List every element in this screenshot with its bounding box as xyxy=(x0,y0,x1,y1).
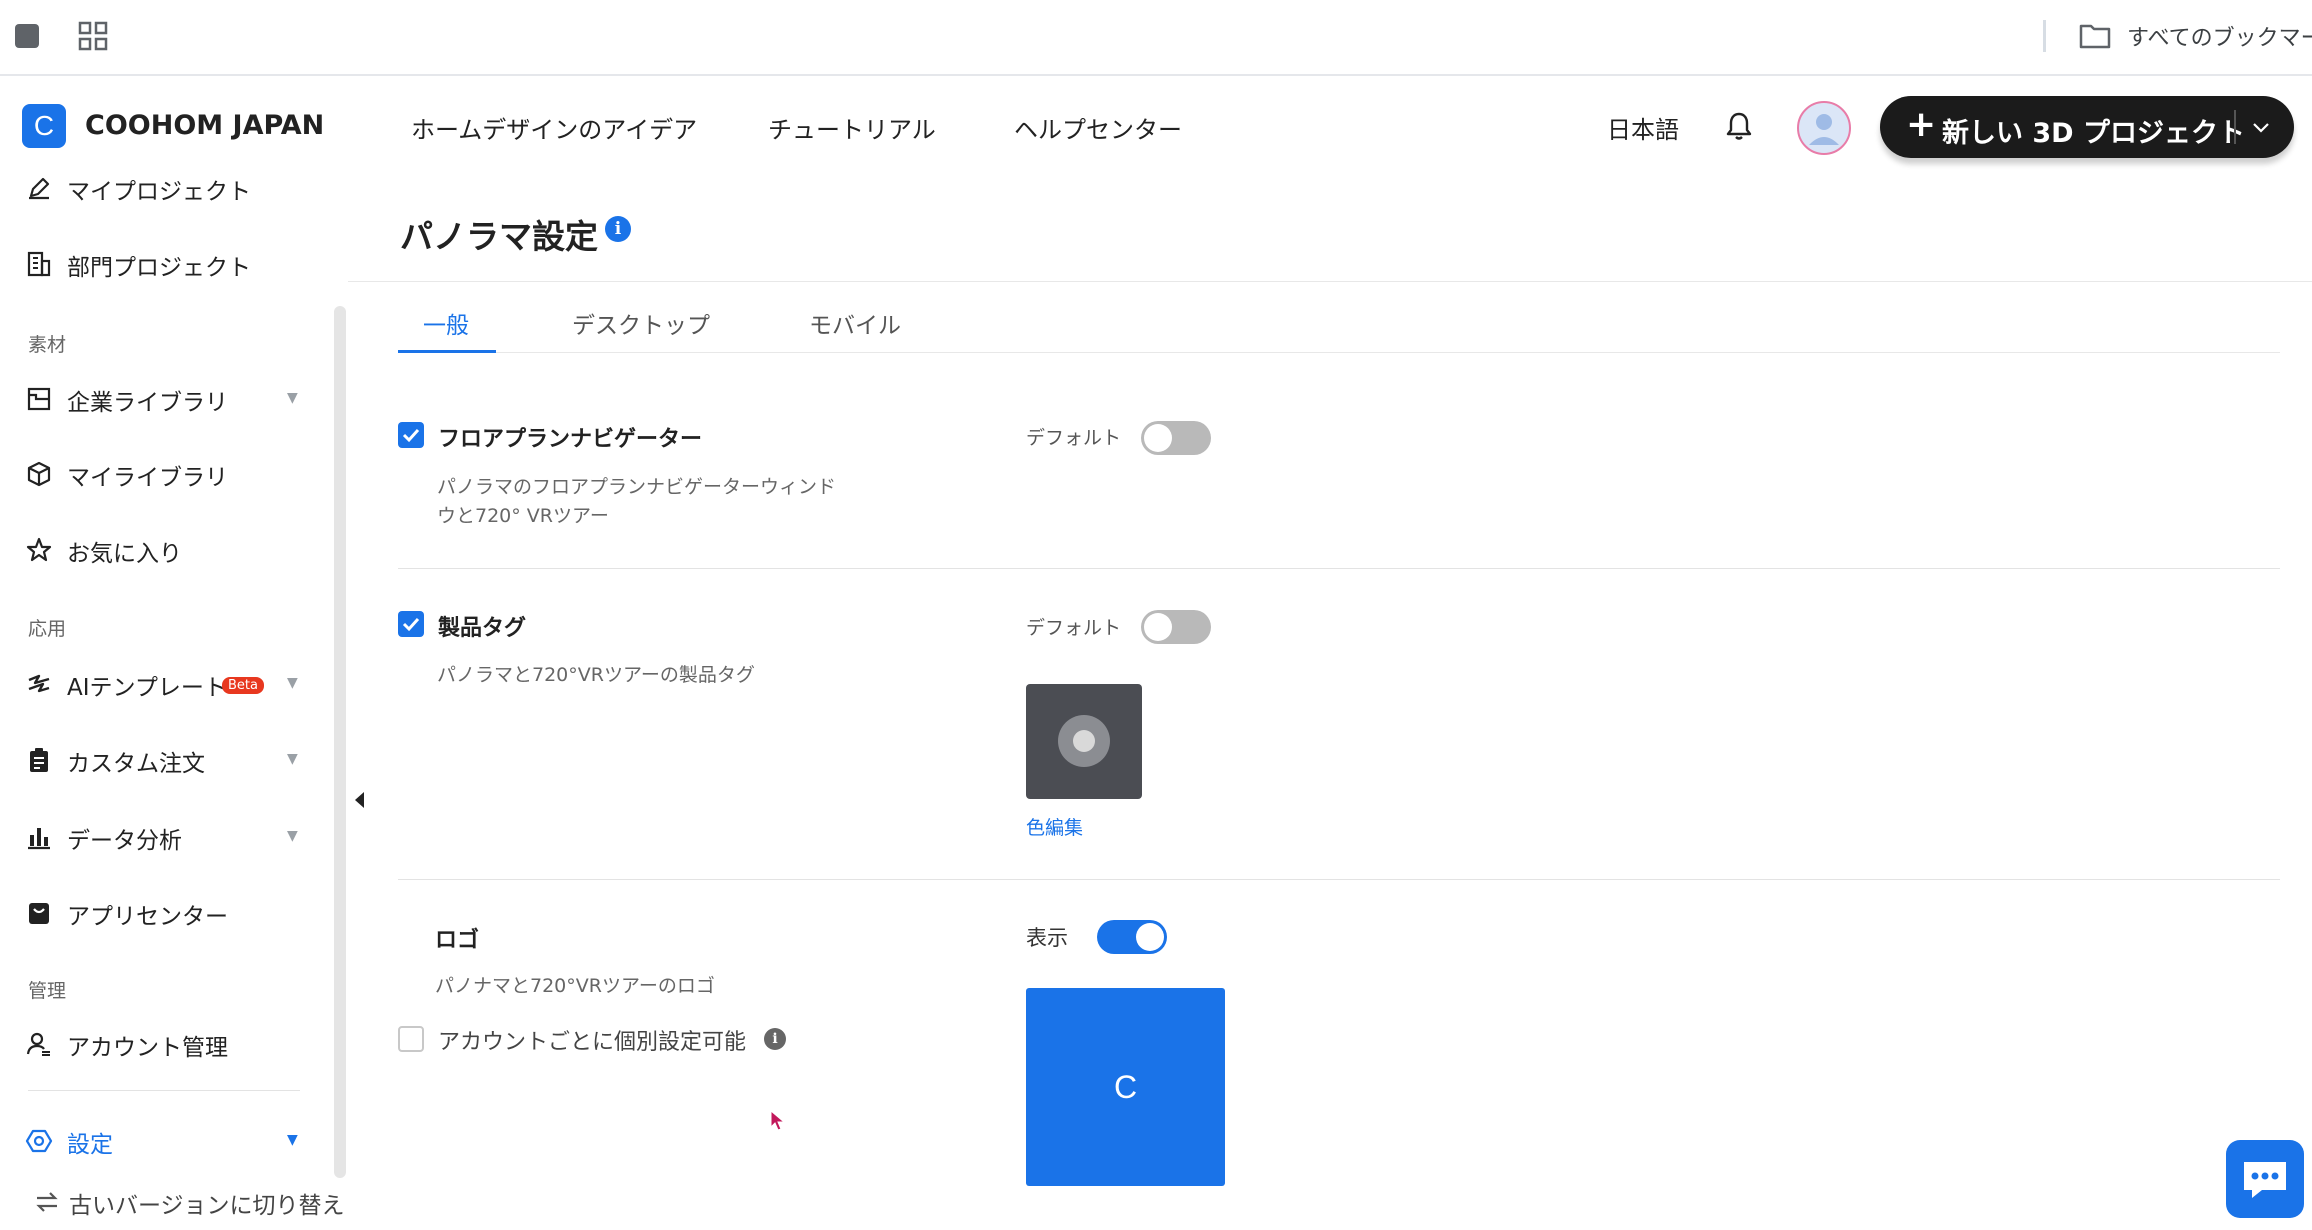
mouse-cursor-icon xyxy=(770,1110,786,1131)
library-icon xyxy=(27,387,51,411)
sidebar-item-label: マイプロジェクト xyxy=(67,179,251,205)
floorplan-navigator-desc-1: パノラマのフロアプランナビゲーターウィンド xyxy=(437,476,837,498)
sidebar-item-label: マイライブラリ xyxy=(67,465,228,491)
apps-grid-icon[interactable] xyxy=(78,21,108,51)
nav-home-design-ideas[interactable]: ホームデザインのアイデア xyxy=(411,110,697,145)
new-project-label: 新しい 3D プロジェクト xyxy=(1942,118,2245,149)
logo-preview[interactable]: C xyxy=(1026,988,1225,1186)
browser-bookmark-bar xyxy=(0,0,2312,76)
brand-name[interactable]: COOHOM JAPAN xyxy=(85,110,324,141)
product-tag-title: 製品タグ xyxy=(438,616,527,641)
section-apps: 応用 xyxy=(28,618,67,640)
chat-bubble-icon xyxy=(2244,1162,2286,1198)
floorplan-navigator-desc-2: ウと720° VRツアー xyxy=(437,505,609,527)
chevron-down-icon[interactable] xyxy=(2250,116,2272,138)
bookmark-divider xyxy=(2043,20,2046,52)
clipboard-icon xyxy=(30,748,48,772)
sidebar-scrollbar[interactable] xyxy=(334,306,346,1178)
tab-mobile[interactable]: モバイル xyxy=(809,306,901,340)
new-3d-project-button[interactable]: + 新しい 3D プロジェクト xyxy=(1880,96,2294,158)
toggle-knob xyxy=(1136,923,1164,951)
star-icon xyxy=(26,537,52,562)
plus-icon: + xyxy=(1906,104,1937,145)
caret-down-icon[interactable]: ▼ xyxy=(287,675,298,691)
tag-marker-icon xyxy=(1058,715,1110,767)
toggle-knob xyxy=(1144,613,1172,641)
sidebar-item-label: 設定 xyxy=(67,1132,113,1158)
tabs-baseline xyxy=(398,352,2280,353)
sidebar-item-label: アプリセンター xyxy=(67,904,228,930)
edit-color-link[interactable]: 色編集 xyxy=(1026,813,1083,840)
switch-version-label: 古いバージョンに切り替え xyxy=(69,1193,345,1219)
page-title: パノラマ設定 xyxy=(400,217,598,256)
sidebar-item-label: データ分析 xyxy=(67,828,182,854)
section-admin: 管理 xyxy=(28,980,67,1002)
checkmark-icon xyxy=(402,428,420,443)
product-tag-checkbox[interactable] xyxy=(398,611,424,637)
nav-help-center[interactable]: ヘルプセンター xyxy=(1014,110,1182,145)
all-bookmarks-label[interactable]: すべてのブックマーク xyxy=(2127,20,2312,52)
logo-desc: パノナマと720°VRツアーのロゴ xyxy=(435,975,715,997)
floorplan-navigator-title: フロアプランナビゲーター xyxy=(438,427,703,452)
floorplan-default-label: デフォルト xyxy=(1026,427,1122,449)
building-icon xyxy=(27,251,51,277)
collapse-sidebar-icon[interactable] xyxy=(352,790,368,810)
info-icon[interactable]: i xyxy=(764,1028,786,1050)
checkmark-icon xyxy=(402,617,420,632)
bar-chart-icon xyxy=(28,828,50,850)
button-divider xyxy=(2234,110,2236,144)
language-selector[interactable]: 日本語 xyxy=(1607,110,1679,145)
product-tag-default-label: デフォルト xyxy=(1026,617,1122,639)
nav-tutorial[interactable]: チュートリアル xyxy=(768,110,936,145)
caret-down-icon[interactable]: ▼ xyxy=(287,1132,298,1148)
floorplan-navigator-checkbox[interactable] xyxy=(398,422,424,448)
caret-down-icon[interactable]: ▼ xyxy=(287,828,298,844)
section-material: 素材 xyxy=(28,334,67,356)
folder-icon[interactable] xyxy=(2078,19,2112,53)
logo-title: ロゴ xyxy=(435,928,480,953)
user-manage-icon xyxy=(26,1032,50,1056)
window-menu-icon[interactable] xyxy=(15,24,39,48)
sidebar-item-label: 部門プロジェクト xyxy=(67,255,251,281)
tag-marker-dot xyxy=(1073,730,1095,752)
lightning-icon xyxy=(28,674,50,693)
title-divider xyxy=(348,281,2312,282)
info-icon[interactable]: i xyxy=(605,216,631,242)
toggle-knob xyxy=(1144,424,1172,452)
logo-show-toggle[interactable] xyxy=(1097,920,1167,954)
sidebar-item-label: カスタム注文 xyxy=(67,751,205,777)
sidebar-divider xyxy=(28,1090,300,1091)
sidebar-item-label: アカウント管理 xyxy=(67,1035,228,1061)
shopping-bag-icon xyxy=(29,903,49,924)
caret-down-icon[interactable]: ▼ xyxy=(287,751,298,767)
sidebar-item-label: AIテンプレート xyxy=(67,675,227,701)
brand-logo[interactable]: C xyxy=(22,104,66,148)
floorplan-default-toggle[interactable] xyxy=(1141,421,1211,455)
bell-icon[interactable] xyxy=(1724,110,1754,142)
caret-down-icon[interactable]: ▼ xyxy=(287,390,298,406)
pen-icon xyxy=(29,177,50,200)
section-divider xyxy=(398,568,2280,569)
beta-badge: Beta xyxy=(222,677,264,694)
sidebar-item-label: 企業ライブラリ xyxy=(67,390,228,416)
per-account-label: アカウントごとに個別設定可能 xyxy=(438,1030,747,1055)
section-divider xyxy=(398,879,2280,880)
hexagon-gear-icon xyxy=(25,1129,53,1153)
tab-desktop[interactable]: デスクトップ xyxy=(572,306,710,340)
active-tab-indicator xyxy=(398,350,496,353)
avatar-person-icon xyxy=(1809,114,1839,145)
sidebar-item-label: お気に入り xyxy=(67,541,182,567)
product-tag-default-toggle[interactable] xyxy=(1141,610,1211,644)
product-tag-desc: パノラマと720°VRツアーの製品タグ xyxy=(437,664,755,686)
logo-show-label: 表示 xyxy=(1026,926,1068,950)
user-avatar[interactable] xyxy=(1797,101,1851,155)
product-tag-preview[interactable] xyxy=(1026,684,1142,799)
chat-support-button[interactable] xyxy=(2226,1140,2304,1218)
per-account-checkbox[interactable] xyxy=(398,1026,424,1052)
tab-general[interactable]: 一般 xyxy=(423,306,469,340)
cube-icon xyxy=(27,461,51,487)
swap-arrows-icon xyxy=(36,1192,58,1212)
